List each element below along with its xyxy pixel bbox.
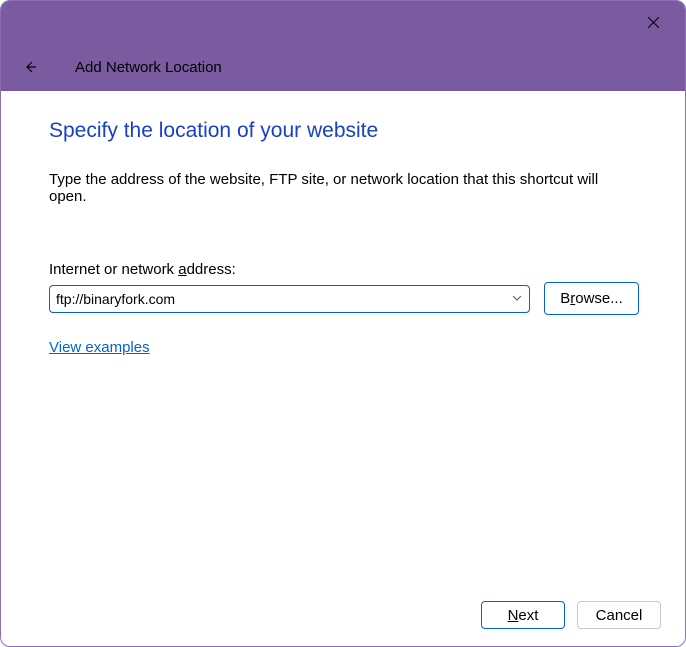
titlebar <box>1 1 685 43</box>
address-combobox[interactable] <box>49 285 530 313</box>
input-row: Browse... <box>49 282 639 315</box>
view-examples-link[interactable]: View examples <box>49 339 150 356</box>
page-description: Type the address of the website, FTP sit… <box>49 171 639 205</box>
browse-button[interactable]: Browse... <box>544 282 639 315</box>
arrow-left-icon <box>22 59 38 75</box>
header-title: Add Network Location <box>75 59 222 76</box>
back-button[interactable] <box>19 56 41 78</box>
header-row: Add Network Location <box>1 43 685 91</box>
footer: Next Cancel <box>1 584 685 646</box>
address-label: Internet or network address: <box>49 261 639 278</box>
next-button[interactable]: Next <box>481 601 565 629</box>
close-icon <box>647 16 660 29</box>
content-area: Specify the location of your website Typ… <box>1 91 685 584</box>
address-input[interactable] <box>49 285 530 313</box>
cancel-button[interactable]: Cancel <box>577 601 661 629</box>
wizard-window: Add Network Location Specify the locatio… <box>0 0 686 647</box>
page-heading: Specify the location of your website <box>49 119 639 143</box>
close-button[interactable] <box>631 2 675 42</box>
